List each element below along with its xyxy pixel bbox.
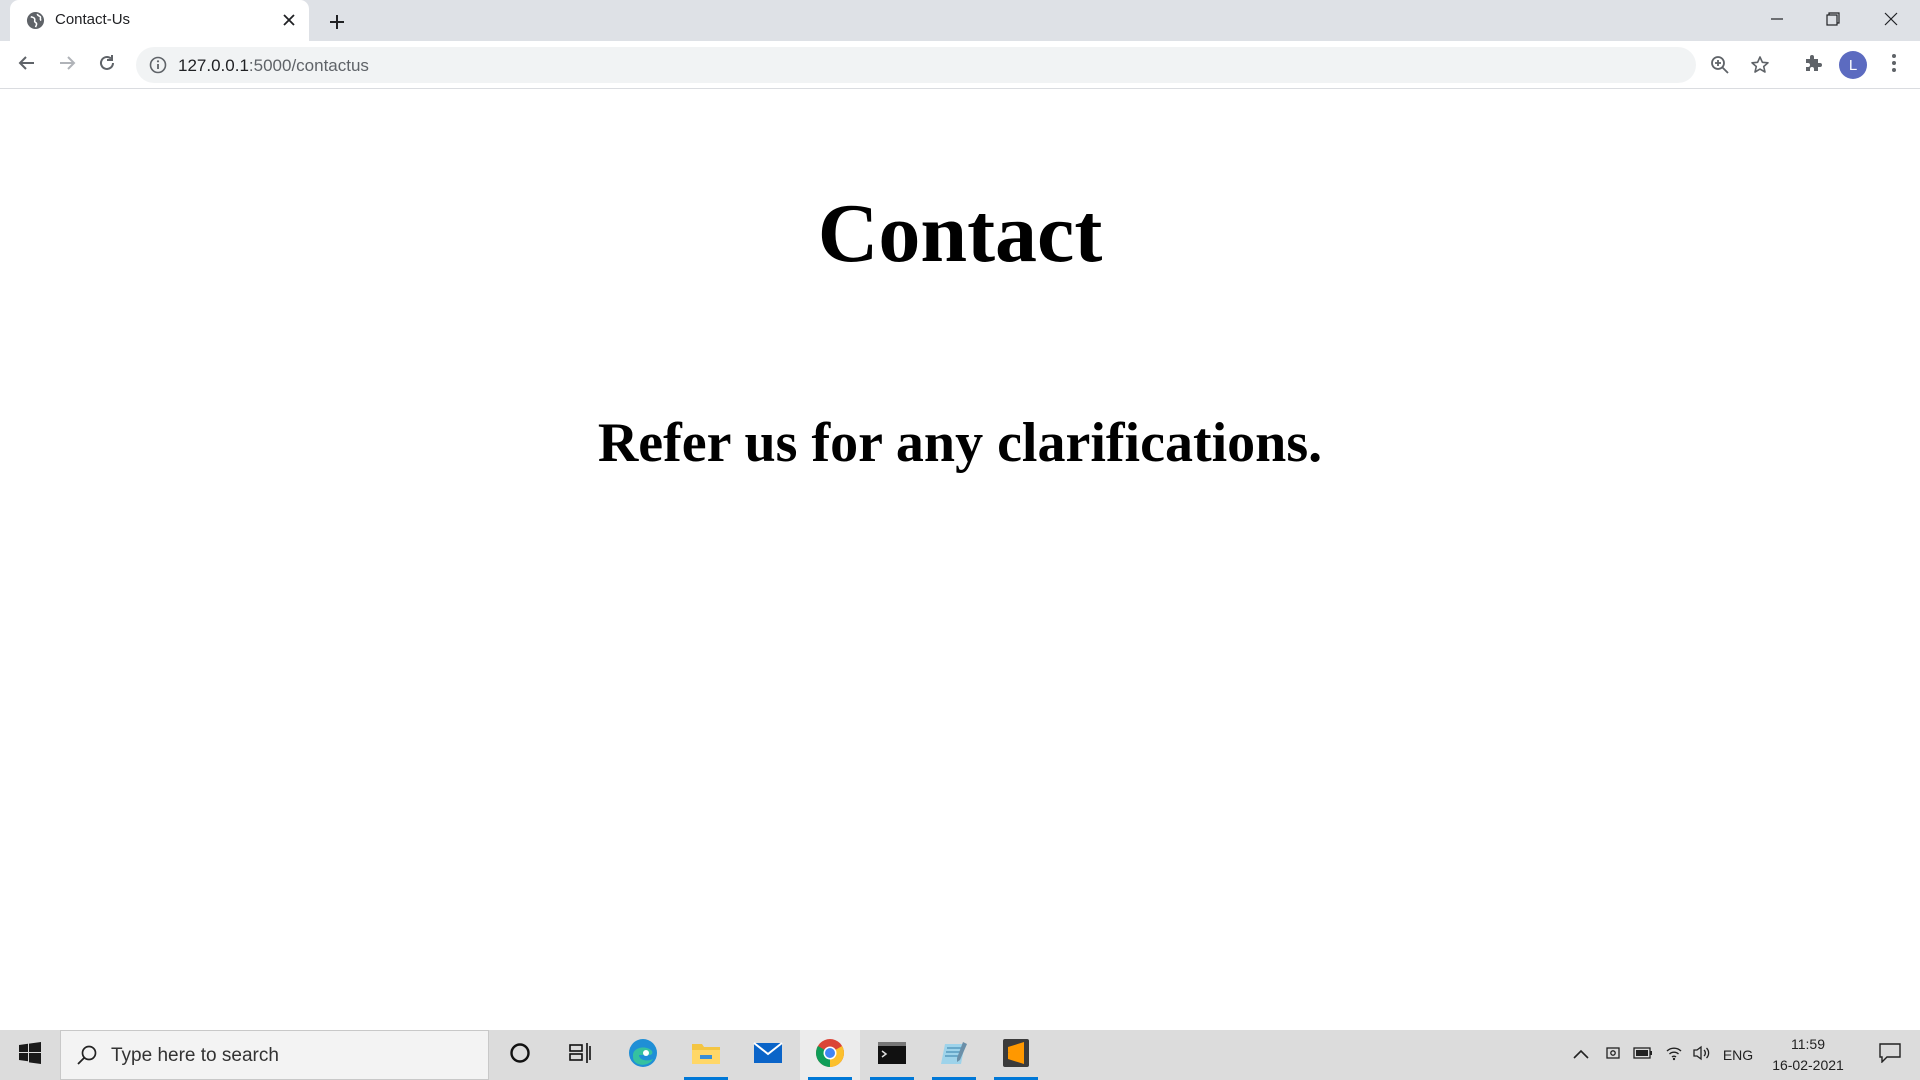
task-view-button[interactable] [550, 1030, 610, 1080]
extensions-button[interactable] [1797, 49, 1829, 81]
kebab-menu-icon [1891, 53, 1897, 78]
tray-device[interactable] [1600, 1030, 1626, 1080]
windows-taskbar: Type here to search ENG 11:59 16-02-2021 [0, 1030, 1920, 1080]
back-button[interactable] [11, 49, 43, 81]
address-bar[interactable]: 127.0.0.1:5000/contactus [136, 47, 1769, 83]
edge-icon [627, 1037, 659, 1074]
chrome-icon [815, 1038, 845, 1073]
puzzle-icon [1803, 53, 1823, 78]
close-tab-icon[interactable] [279, 10, 299, 30]
new-tab-button[interactable] [324, 9, 350, 35]
tray-volume[interactable] [1688, 1030, 1716, 1080]
tray-language[interactable]: ENG [1718, 1030, 1758, 1080]
globe-icon [26, 11, 45, 30]
forward-button[interactable] [51, 49, 83, 81]
back-arrow-icon [17, 53, 37, 78]
profile-avatar[interactable]: L [1839, 51, 1867, 79]
url-text: 127.0.0.1:5000/contactus [178, 56, 369, 76]
search-icon [75, 1044, 99, 1068]
browser-tab[interactable]: Contact-Us [10, 0, 309, 41]
page-subtitle: Refer us for any clarifications. [597, 412, 1323, 474]
sublime-text-icon [1002, 1038, 1030, 1073]
restore-button[interactable] [1805, 0, 1861, 38]
browser-menu-button[interactable] [1878, 49, 1910, 81]
windows-logo-icon [19, 1041, 41, 1069]
taskbar-terminal[interactable] [862, 1030, 922, 1080]
taskbar-file-explorer[interactable] [676, 1030, 736, 1080]
camera-icon [1605, 1045, 1621, 1066]
show-hidden-icons-button[interactable] [1568, 1030, 1594, 1080]
file-explorer-icon [691, 1040, 721, 1071]
tray-battery[interactable] [1628, 1030, 1658, 1080]
star-icon[interactable] [1748, 53, 1772, 77]
reload-icon [97, 53, 117, 78]
url-host: 127.0.0.1 [178, 56, 249, 75]
clock-date: 16-02-2021 [1772, 1057, 1844, 1073]
reload-button[interactable] [91, 49, 123, 81]
action-center-button[interactable] [1862, 1030, 1918, 1080]
tab-title: Contact-Us [55, 11, 131, 28]
task-view-icon [568, 1041, 592, 1070]
minimize-button[interactable] [1749, 0, 1805, 38]
tray-wifi[interactable] [1660, 1030, 1688, 1080]
chevron-up-icon [1573, 1046, 1589, 1064]
search-placeholder: Type here to search [111, 1045, 279, 1066]
taskbar-edge[interactable] [613, 1030, 673, 1080]
taskbar-chrome[interactable] [800, 1030, 860, 1080]
cortana-icon [508, 1041, 532, 1070]
start-button[interactable] [0, 1030, 60, 1080]
language-indicator: ENG [1722, 1047, 1754, 1063]
url-path: :5000/contactus [248, 56, 369, 75]
close-window-button[interactable] [1863, 0, 1919, 38]
tab-strip: Contact-Us [0, 0, 1920, 41]
cortana-button[interactable] [490, 1030, 550, 1080]
notepad-icon [939, 1040, 969, 1071]
zoom-icon[interactable] [1708, 53, 1732, 77]
terminal-icon [877, 1041, 907, 1070]
web-page: Contact Refer us for any clarifications. [0, 90, 1920, 1030]
taskbar-mail[interactable] [738, 1030, 798, 1080]
taskbar-clock[interactable]: 11:59 16-02-2021 [1760, 1034, 1856, 1076]
speaker-icon [1692, 1045, 1712, 1066]
battery-icon [1633, 1046, 1653, 1064]
info-icon[interactable] [148, 55, 168, 75]
browser-toolbar: 127.0.0.1:5000/contactus L [0, 41, 1920, 89]
taskbar-sublime-text[interactable] [986, 1030, 1046, 1080]
forward-arrow-icon [57, 53, 77, 78]
page-title: Contact [817, 187, 1103, 280]
taskbar-search[interactable]: Type here to search [60, 1030, 489, 1080]
clock-time: 11:59 [1791, 1036, 1825, 1052]
mail-icon [753, 1041, 783, 1070]
wifi-icon [1665, 1045, 1683, 1066]
notification-icon [1879, 1042, 1901, 1068]
taskbar-notepad[interactable] [924, 1030, 984, 1080]
